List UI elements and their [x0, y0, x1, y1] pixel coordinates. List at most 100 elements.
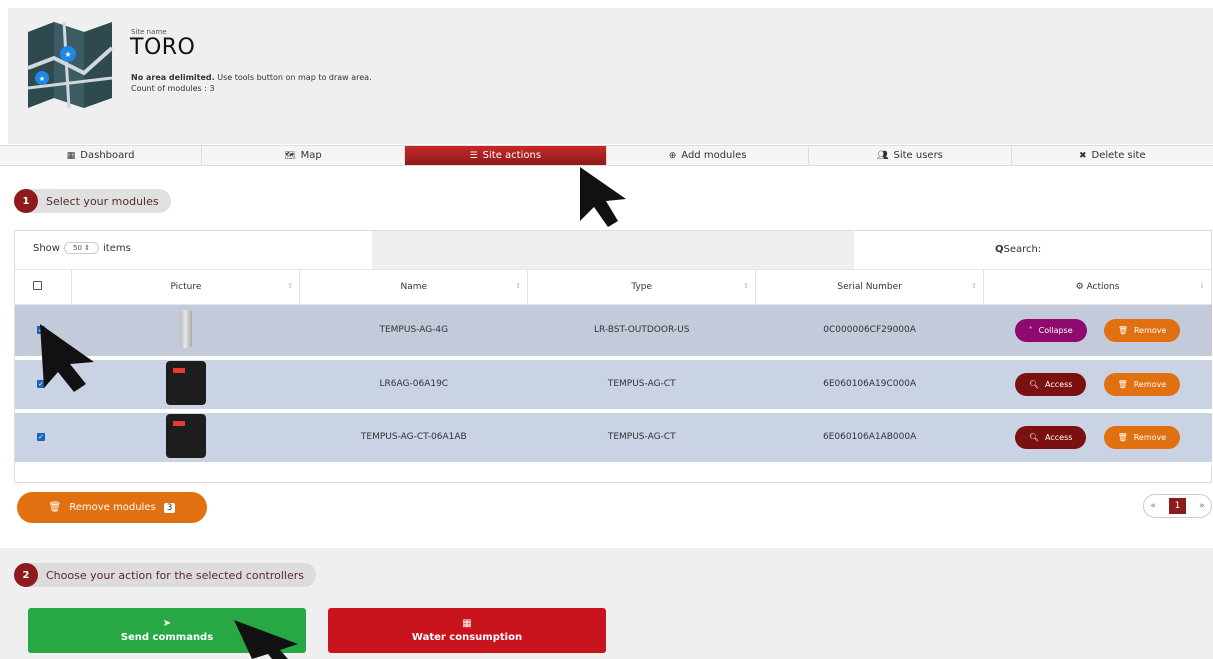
svg-text:★: ★: [64, 50, 71, 59]
type-cell: TEMPUS-AG-CT: [527, 357, 756, 413]
sensor-picture: [179, 309, 192, 348]
selected-count-badge: 3: [163, 502, 176, 513]
col-label: Serial Number: [837, 282, 902, 292]
search-control[interactable]: QSearch:: [995, 244, 1041, 255]
trash-icon: 🗑︎: [48, 502, 62, 513]
remove-button[interactable]: 🗑︎ Remove: [1103, 372, 1181, 396]
col-type[interactable]: Type ⇕: [527, 269, 757, 305]
type-cell: LR-BST-OUTDOOR-US: [527, 304, 756, 360]
table-row[interactable]: ✓ LR6AG-06A19C TEMPUS-AG-CT 6E060106A19C…: [15, 357, 1212, 413]
tab-delete-site[interactable]: ✖ Delete site: [1011, 146, 1213, 165]
serial-cell: 0C000006CF29000A: [755, 304, 984, 360]
actions-cell: 🔍︎ Access 🗑︎ Remove: [983, 410, 1212, 466]
site-title: TORO: [130, 35, 196, 60]
button-label: Remove: [1133, 432, 1167, 442]
col-name[interactable]: Name ⇕: [299, 269, 529, 305]
module-count: Count of modules : 3: [131, 84, 215, 93]
remove-button[interactable]: 🗑︎ Remove: [1103, 425, 1181, 449]
tab-label: Add modules: [681, 150, 747, 161]
search-label: Search:: [1003, 244, 1042, 255]
tab-add-modules[interactable]: ⊕ Add modules: [606, 146, 810, 165]
access-button[interactable]: 🔍︎ Access: [1014, 425, 1087, 449]
area-status: No area delimited.: [131, 73, 215, 82]
step-label: Select your modules: [46, 194, 159, 208]
sliders-icon: ☰: [469, 150, 478, 161]
show-label: Show: [33, 242, 60, 254]
sort-icon: ⇕: [971, 282, 978, 290]
search-icon: 🔍︎: [1028, 379, 1040, 389]
step-number: 2: [14, 563, 38, 587]
tab-map[interactable]: 🗺︎ Map: [202, 146, 405, 165]
step-number: 1: [14, 189, 38, 213]
tab-label: Site users: [893, 150, 943, 161]
tab-label: Map: [300, 150, 322, 161]
step-label: Choose your action for the selected cont…: [46, 568, 305, 582]
controller-picture: [165, 360, 206, 405]
next-page-button[interactable]: »: [1199, 501, 1205, 511]
chevron-up-icon: ˄: [1028, 325, 1033, 335]
pointer-arrow-icon: [234, 620, 298, 659]
row-checkbox[interactable]: ✓: [37, 433, 45, 441]
sort-icon: ⇕: [287, 282, 294, 290]
pointer-arrow-icon: [40, 324, 94, 392]
items-label: items: [103, 242, 131, 254]
col-actions[interactable]: ⚙ Actions ⇓: [983, 269, 1212, 305]
tab-bar: ▦ Dashboard 🗺︎ Map ☰ Site actions ⊕ Add …: [0, 145, 1213, 166]
select-all-checkbox[interactable]: [33, 281, 42, 290]
remove-modules-button[interactable]: 🗑︎ Remove modules 3: [17, 492, 207, 523]
access-button[interactable]: 🔍︎ Access: [1014, 372, 1087, 396]
type-cell: TEMPUS-AG-CT: [527, 410, 756, 466]
button-label: Remove: [1133, 379, 1167, 389]
grid-icon: ▦: [66, 150, 76, 161]
trash-icon: 🗑︎: [1117, 325, 1128, 335]
tab-site-actions[interactable]: ☰ Site actions: [404, 146, 607, 165]
toolbar-spacer: [372, 231, 854, 269]
sort-desc-icon: ⇓: [1199, 282, 1205, 290]
prev-page-button[interactable]: «: [1150, 501, 1156, 511]
trash-icon: 🗑︎: [1117, 379, 1128, 389]
calculator-icon: ▦: [462, 618, 472, 629]
tab-dashboard[interactable]: ▦ Dashboard: [0, 146, 203, 165]
tab-site-users[interactable]: 👥︎ Site users: [809, 146, 1012, 165]
col-serial[interactable]: Serial Number ⇕: [755, 269, 985, 305]
page-1-button[interactable]: 1: [1168, 498, 1187, 514]
name-cell: TEMPUS-AG-4G: [299, 304, 528, 360]
water-consumption-button[interactable]: ▦ Water consumption: [328, 608, 606, 653]
modules-table: Picture ⇕ Name ⇕ Type ⇕ Serial Number ⇕ ⚙ Ac…: [15, 269, 1212, 466]
button-label: Collapse: [1038, 325, 1073, 335]
col-label: Name: [400, 282, 428, 292]
area-hint: Use tools button on map to draw area.: [214, 73, 372, 82]
page-size-value: 50: [72, 244, 82, 252]
x-icon: ✖: [1078, 150, 1087, 161]
remove-button[interactable]: 🗑︎ Remove: [1103, 318, 1181, 342]
page-size-control: Show 50 ⇕ items: [33, 242, 131, 254]
table-row[interactable]: ✓ TEMPUS-AG-CT-06A1AB TEMPUS-AG-CT 6E060…: [15, 410, 1212, 466]
tab-label: Dashboard: [80, 150, 135, 161]
button-label: Remove: [1133, 325, 1167, 335]
tab-label: Delete site: [1091, 150, 1146, 161]
row-select-cell: ✓: [15, 410, 72, 466]
collapse-button[interactable]: ˄ Collapse: [1014, 318, 1087, 342]
serial-cell: 6E060106A19C000A: [755, 357, 984, 413]
actions-cell: 🔍︎ Access 🗑︎ Remove: [983, 357, 1212, 413]
map-logo-icon: ★ ★: [27, 21, 114, 109]
table-header-row: Picture ⇕ Name ⇕ Type ⇕ Serial Number ⇕ ⚙ Ac…: [15, 269, 1212, 305]
paper-plane-icon: ➤: [162, 618, 172, 629]
gear-icon: ⚙: [1075, 282, 1084, 292]
table-row[interactable]: ✓ TEMPUS-AG-4G LR-BST-OUTDOOR-US 0C00000…: [15, 304, 1212, 360]
page: ★ ★ Site name TORO No area delimited. Us…: [0, 0, 1213, 659]
pointer-arrow-icon: [580, 167, 626, 227]
search-icon: 🔍︎: [1028, 432, 1040, 442]
step-2-pill: 2 Choose your action for the selected co…: [14, 563, 317, 587]
table-toolbar: Show 50 ⇕ items QSearch:: [15, 231, 1211, 269]
step-1-pill: 1 Select your modules: [14, 189, 171, 213]
svg-text:★: ★: [39, 75, 45, 83]
col-picture[interactable]: Picture ⇕: [71, 269, 301, 305]
name-cell: LR6AG-06A19C: [299, 357, 528, 413]
search-icon: Q: [995, 244, 1004, 255]
trash-icon: 🗑︎: [1117, 432, 1128, 442]
select-all-header: [15, 269, 73, 305]
page-size-select[interactable]: 50 ⇕: [63, 242, 100, 254]
site-header: ★ ★ Site name TORO No area delimited. Us…: [8, 8, 1213, 144]
plus-circle-icon: ⊕: [668, 150, 677, 161]
